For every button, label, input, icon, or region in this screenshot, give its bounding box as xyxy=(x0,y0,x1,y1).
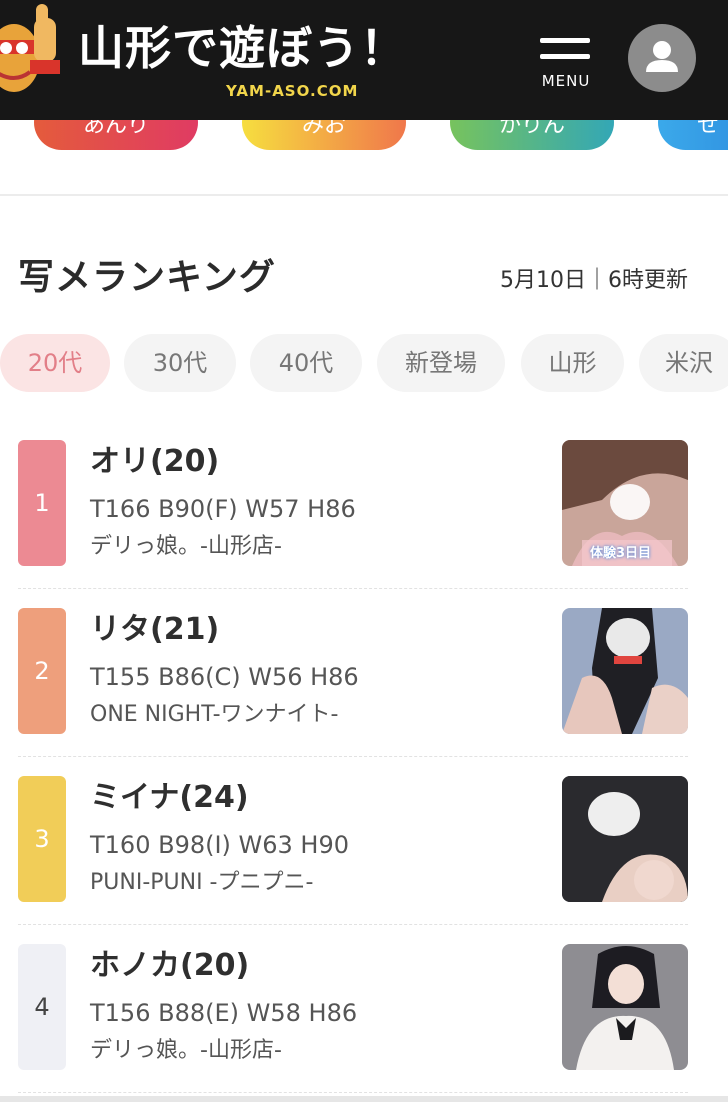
rank-badge: 1 xyxy=(18,440,66,566)
site-header: 山形で遊ぼう！ YAM-ASO.COM MENU xyxy=(0,0,728,120)
mascot-logo-icon xyxy=(0,4,60,92)
girl-name[interactable]: オリ(20) xyxy=(90,440,219,484)
shop-name[interactable]: デリっ娘。-山形店- xyxy=(90,530,282,564)
girl-measurements: T155 B86(C) W56 H86 xyxy=(90,663,359,691)
site-logo-title[interactable]: 山形で遊ぼう！ xyxy=(78,20,407,76)
ranking-update-time: 5月10日｜6時更新 xyxy=(500,268,688,293)
ranking-row[interactable]: 1 オリ(20) T166 B90(F) W57 H86 デリっ娘。-山形店- 体験3日… xyxy=(18,440,688,608)
user-icon xyxy=(646,41,678,72)
hamburger-icon xyxy=(540,38,590,43)
row-divider xyxy=(18,756,688,757)
girl-photo-thumbnail[interactable] xyxy=(562,776,688,902)
section-divider xyxy=(0,194,728,196)
page-bottom-edge xyxy=(0,1096,728,1102)
thumbnail-caption: 体験3日目 xyxy=(590,546,652,561)
row-divider xyxy=(18,588,688,589)
user-avatar-button[interactable] xyxy=(628,24,696,92)
girl-measurements: T160 B98(I) W63 H90 xyxy=(90,831,350,859)
filter-tab[interactable]: 米沢 xyxy=(639,334,728,392)
filter-tab[interactable]: 20代 xyxy=(0,334,110,392)
girl-photo-thumbnail[interactable]: 体験3日目 xyxy=(562,440,688,566)
row-divider xyxy=(18,924,688,925)
girl-photo-thumbnail[interactable] xyxy=(562,944,688,1070)
girl-measurements: T156 B88(E) W58 H86 xyxy=(90,999,358,1027)
filter-tab[interactable]: 山形 xyxy=(521,334,624,392)
shop-name[interactable]: ONE NIGHT-ワンナイト- xyxy=(90,698,339,732)
girl-photo-thumbnail[interactable] xyxy=(562,608,688,734)
filter-tab[interactable]: 40代 xyxy=(250,334,362,392)
girl-measurements: T166 B90(F) W57 H86 xyxy=(90,495,356,523)
ranking-row[interactable]: 2 リタ(21) T155 B86(C) W56 H86 ONE NIGHT-ワンナイ… xyxy=(18,608,688,776)
girl-name[interactable]: リタ(21) xyxy=(90,608,219,652)
ranking-title: 写メランキング xyxy=(18,257,276,298)
girl-name[interactable]: ミイナ(24) xyxy=(90,776,249,820)
rank-badge: 4 xyxy=(18,944,66,1070)
row-divider xyxy=(18,1092,688,1093)
ranking-row[interactable]: 4 ホノカ(20) T156 B88(E) W58 H86 デリっ娘。-山形店- xyxy=(18,944,688,1102)
rank-badge: 3 xyxy=(18,776,66,902)
girl-name[interactable]: ホノカ(20) xyxy=(90,944,249,988)
filter-tab[interactable]: 新登場 xyxy=(377,334,505,392)
shop-name[interactable]: PUNI-PUNI -プニプニ- xyxy=(90,866,313,900)
rank-badge: 2 xyxy=(18,608,66,734)
shop-name[interactable]: デリっ娘。-山形店- xyxy=(90,1034,282,1068)
site-logo-domain: YAM-ASO.COM xyxy=(226,82,359,100)
ranking-row[interactable]: 3 ミイナ(24) T160 B98(I) W63 H90 PUNI-PUNI -プニ… xyxy=(18,776,688,944)
menu-button[interactable]: MENU xyxy=(532,36,600,92)
filter-tab[interactable]: 30代 xyxy=(124,334,236,392)
menu-label: MENU xyxy=(541,72,591,90)
